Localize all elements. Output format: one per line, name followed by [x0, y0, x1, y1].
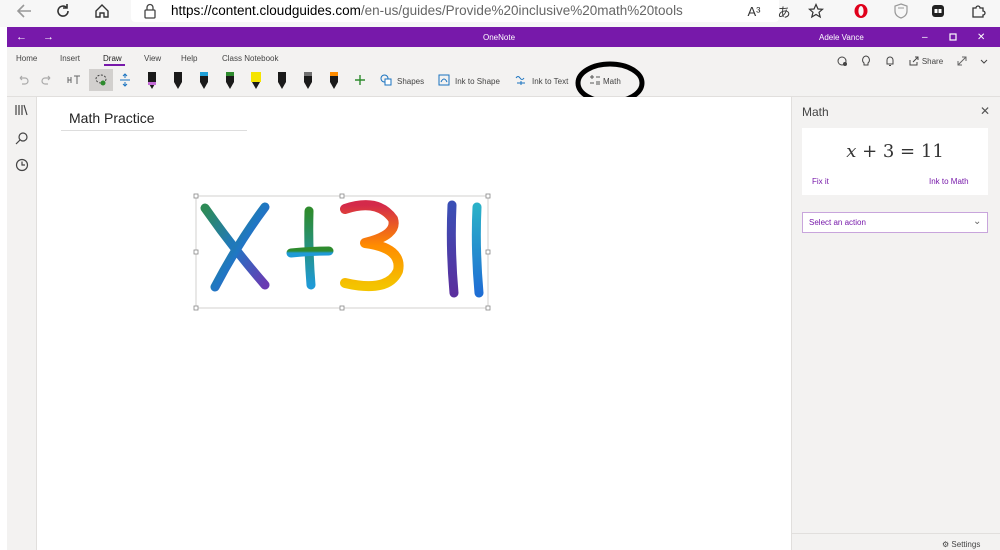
- tab-view[interactable]: View: [144, 54, 161, 63]
- tab-class-notebook[interactable]: Class Notebook: [222, 54, 278, 63]
- pen-6-icon[interactable]: [301, 69, 315, 91]
- app-back-icon[interactable]: ←: [16, 27, 28, 47]
- url-text: https://content.cloudguides.com/en-us/gu…: [171, 3, 683, 18]
- lock-icon: [144, 3, 156, 19]
- close-icon[interactable]: ✕: [977, 27, 987, 47]
- refresh-icon[interactable]: [52, 0, 74, 22]
- screen: https://content.cloudguides.com/en-us/gu…: [0, 0, 1000, 550]
- math-pane-title: Math: [802, 105, 829, 119]
- shapes-button[interactable]: Shapes: [397, 77, 424, 86]
- pen-4-icon[interactable]: [223, 69, 237, 91]
- handwritten-equation-ink[interactable]: [193, 193, 493, 313]
- pen-1-icon[interactable]: [145, 69, 159, 91]
- more-options-icon[interactable]: [977, 50, 991, 72]
- ink-to-text-button[interactable]: Ink to Text: [532, 77, 568, 86]
- shield-icon[interactable]: [891, 0, 911, 22]
- select-action-label: Select an action: [809, 218, 866, 227]
- restore-icon[interactable]: [949, 27, 959, 47]
- share-icon: [909, 56, 919, 66]
- share-button[interactable]: Share: [906, 50, 946, 72]
- tab-insert[interactable]: Insert: [60, 54, 80, 63]
- recent-clock-icon[interactable]: [15, 158, 29, 177]
- ink-to-shape-button[interactable]: Ink to Shape: [455, 77, 500, 86]
- lightbulb-icon[interactable]: [859, 50, 873, 72]
- pen-2-icon[interactable]: [171, 69, 185, 91]
- title-underline: [61, 130, 247, 131]
- note-canvas[interactable]: Math Practice: [37, 97, 791, 550]
- app-forward-icon[interactable]: →: [43, 27, 55, 47]
- redo-icon[interactable]: [39, 69, 55, 91]
- app-title: OneNote: [483, 32, 516, 42]
- user-name[interactable]: Adele Vance: [819, 27, 864, 47]
- bot-icon[interactable]: [835, 50, 849, 72]
- recognized-equation: x + 3 = 11: [846, 141, 944, 162]
- ink-to-text-icon[interactable]: [514, 69, 528, 91]
- home-icon[interactable]: [91, 0, 113, 22]
- opera-icon[interactable]: [851, 0, 871, 22]
- search-icon[interactable]: [15, 131, 29, 150]
- lasso-select-icon[interactable]: [89, 69, 113, 91]
- favorites-icon[interactable]: [806, 0, 826, 22]
- math-pane: Math ✕ x + 3 = 11 Fix it Ink to Math Sel…: [791, 97, 1000, 550]
- settings-divider: [792, 533, 1000, 534]
- tab-home[interactable]: Home: [16, 54, 37, 63]
- undo-icon[interactable]: [15, 69, 31, 91]
- pen-3-icon[interactable]: [197, 69, 211, 91]
- notebooks-icon[interactable]: [15, 103, 29, 121]
- fix-it-link[interactable]: Fix it: [812, 177, 829, 186]
- translate-icon[interactable]: あ: [774, 0, 794, 22]
- add-pen-icon[interactable]: [353, 69, 367, 91]
- extension-icon[interactable]: [928, 0, 948, 22]
- add-space-icon[interactable]: [117, 69, 133, 91]
- read-aloud-icon[interactable]: A³: [744, 0, 764, 22]
- shapes-icon[interactable]: [379, 69, 393, 91]
- ribbon-tabs: Home Insert Draw View Help Class Noteboo…: [7, 47, 1000, 69]
- minimize-icon[interactable]: –: [922, 27, 932, 47]
- browser-toolbar: https://content.cloudguides.com/en-us/gu…: [0, 0, 1000, 27]
- puzzle-icon[interactable]: [968, 0, 988, 22]
- highlighter-icon[interactable]: [249, 69, 263, 91]
- ink-to-shape-icon[interactable]: [437, 69, 451, 91]
- equation-card: x + 3 = 11 Fix it Ink to Math: [802, 128, 988, 195]
- ribbon: Home Insert Draw View Help Class Noteboo…: [7, 47, 1000, 97]
- chevron-down-icon: ⌄: [973, 216, 982, 227]
- back-icon[interactable]: [14, 0, 34, 22]
- expand-icon[interactable]: [955, 50, 969, 72]
- bell-icon[interactable]: [883, 50, 897, 72]
- settings-button[interactable]: ⚙ Settings: [942, 540, 980, 549]
- tab-draw[interactable]: Draw: [103, 54, 122, 63]
- active-tab-indicator: [104, 64, 125, 66]
- select-action-dropdown[interactable]: Select an action ⌄: [802, 212, 988, 233]
- app-title-bar: ← → OneNote Adele Vance – ✕: [7, 27, 1000, 47]
- tab-help[interactable]: Help: [181, 54, 197, 63]
- type-select-icon[interactable]: [65, 69, 83, 91]
- pen-5-icon[interactable]: [275, 69, 289, 91]
- close-pane-icon[interactable]: ✕: [980, 104, 990, 118]
- ink-to-math-link[interactable]: Ink to Math: [929, 177, 969, 186]
- page-title[interactable]: Math Practice: [69, 110, 155, 126]
- address-bar[interactable]: https://content.cloudguides.com/en-us/gu…: [131, 0, 779, 22]
- pen-7-icon[interactable]: [327, 69, 341, 91]
- gear-icon: ⚙: [942, 540, 950, 549]
- left-nav-rail: [7, 97, 37, 550]
